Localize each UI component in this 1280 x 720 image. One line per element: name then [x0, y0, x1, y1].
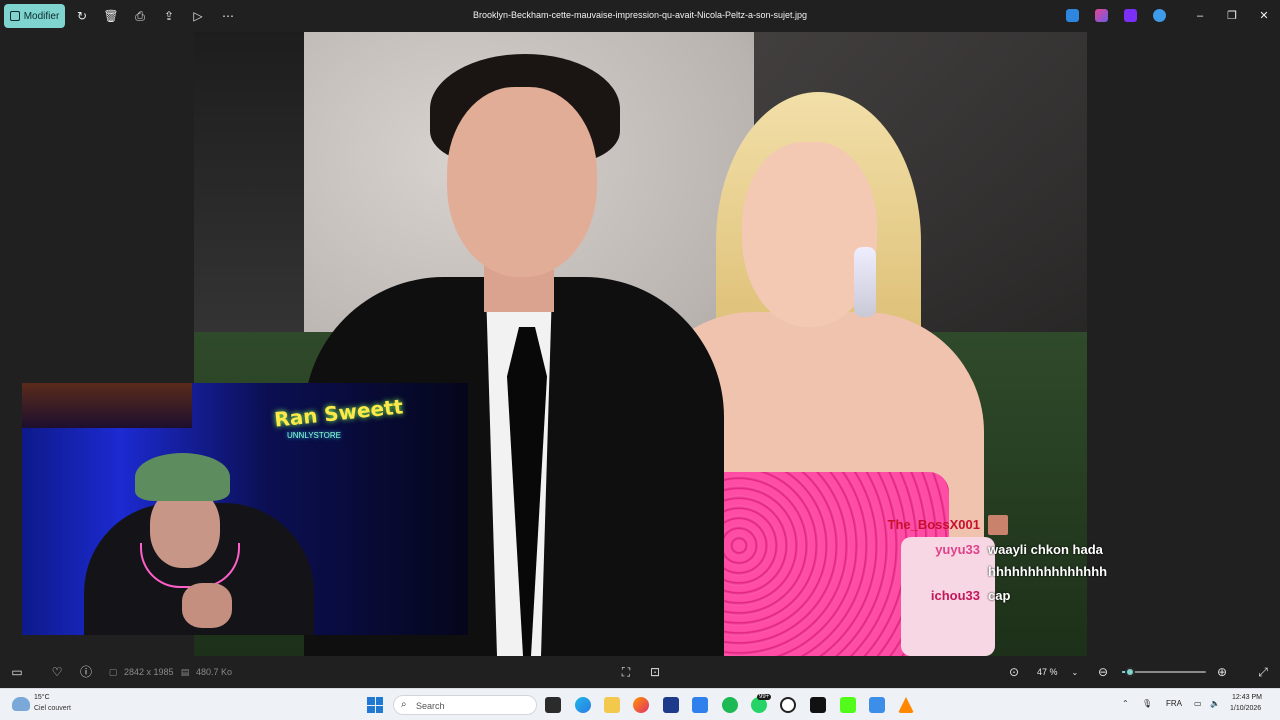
chat-user-2: yuyu33 [935, 542, 980, 557]
photos-taskbar-icon[interactable] [869, 697, 885, 713]
chat-user-1: The_BossX001 [887, 517, 981, 532]
streamer-hand [182, 583, 232, 628]
photo-background-left [194, 32, 304, 352]
spotify-icon[interactable] [722, 697, 738, 713]
webcam-shelf [22, 383, 192, 428]
outlook-icon[interactable] [692, 697, 708, 713]
favorite-icon[interactable]: ♡ [50, 665, 64, 679]
print-icon[interactable]: ⎙ [132, 8, 148, 24]
webcam-overlay: Ran Sweett UNNLYSTORE [22, 383, 468, 635]
zoom-dropdown[interactable]: 47 % ⌄ [1031, 663, 1087, 681]
chat-message-2: waayli chkon hada [988, 542, 1103, 557]
chat-message-3: hhhhhhhhhhhhhhh [988, 564, 1108, 579]
neon-sign-sub: UNNLYSTORE [287, 431, 341, 440]
display-icon[interactable]: ▭ [1194, 699, 1202, 708]
volume-icon[interactable]: 🔈 [1210, 699, 1220, 708]
bottom-bar: ▭ ♡ ⓘ ▢ 2842 x 1985 ▤ 480.7 Ko ⛶ ⊡ ⊙ 47 … [0, 656, 1280, 688]
chat-avatar [988, 515, 1008, 535]
chatgpt-icon[interactable] [780, 697, 796, 713]
file-title: Brooklyn-Beckham-cette-mauvaise-impressi… [472, 10, 808, 20]
modify-button[interactable]: Modifier [4, 4, 65, 28]
weather-description[interactable]: Ciel couvert [34, 705, 71, 712]
search-icon: ⌕ [401, 699, 407, 710]
restore-button[interactable]: ❐ [1224, 8, 1240, 24]
close-button[interactable]: ✕ [1256, 8, 1272, 24]
designer-icon[interactable] [1124, 9, 1137, 22]
file-size: 480.7 Ko [196, 667, 233, 677]
photos-app-icon[interactable] [1066, 9, 1079, 22]
filmstrip-icon[interactable]: ▭ [10, 665, 24, 679]
clipchamp-icon[interactable] [1095, 9, 1108, 22]
zoom-value: 47 % [1037, 667, 1058, 677]
fit-screen-icon[interactable]: ⛶ [619, 665, 633, 679]
screenshot-icon[interactable]: ⊙ [1007, 665, 1021, 679]
microphone-icon[interactable]: 🎙 [1142, 699, 1152, 708]
vlc-icon[interactable] [898, 697, 914, 713]
zoom-in-icon[interactable]: ⊕ [1215, 665, 1229, 679]
tray-chevron-icon[interactable]: ⌃ [1122, 699, 1129, 708]
store-icon[interactable] [663, 697, 679, 713]
filesize-icon: ▤ [180, 667, 190, 677]
dimensions-icon: ▢ [108, 667, 118, 677]
image-dimensions: 2842 x 1985 [124, 667, 174, 677]
info-icon[interactable]: ⓘ [79, 665, 93, 679]
fullscreen-icon[interactable]: ⤢ [1256, 665, 1270, 679]
modify-label: Modifier [23, 10, 60, 22]
zoom-out-icon[interactable]: ⊖ [1096, 665, 1110, 679]
notification-badge: 99+ [757, 694, 772, 700]
windows-start-icon[interactable] [367, 697, 383, 713]
zoom-slider-thumb[interactable] [1125, 667, 1136, 677]
share-icon[interactable]: ⇪ [161, 8, 177, 24]
streamer-cap [135, 453, 230, 501]
file-explorer-icon[interactable] [604, 697, 620, 713]
minimize-button[interactable]: – [1192, 8, 1208, 24]
rotate-icon[interactable]: ↻ [74, 8, 90, 24]
taskbar: 15°C Ciel couvert ⌕ Search 99+ ⌃ 🎙 FRA ▭… [0, 688, 1280, 720]
chat-user-4: ichou33 [930, 588, 980, 603]
edge-icon[interactable] [575, 697, 591, 713]
chat-message-4: cap [988, 588, 1011, 603]
man-face [447, 87, 597, 277]
delete-icon[interactable]: 🗑 [103, 8, 119, 24]
slideshow-icon[interactable]: ▷ [190, 8, 206, 24]
cloud-icon[interactable] [12, 697, 30, 711]
more-icon[interactable]: ⋯ [220, 8, 236, 24]
title-bar: Modifier ↻ 🗑 ⎙ ⇪ ▷ ⋯ Brooklyn-Beckham-ce… [0, 0, 1280, 32]
firefox-icon[interactable] [633, 697, 649, 713]
language-indicator[interactable]: FRA [1166, 699, 1182, 708]
visual-search-icon[interactable]: ⊡ [648, 665, 662, 679]
taskbar-search[interactable]: ⌕ Search [393, 695, 537, 715]
clock-date[interactable]: 1/10/2026 [1230, 705, 1261, 712]
earring [854, 247, 876, 317]
edit-icon [9, 11, 20, 21]
weather-temperature[interactable]: 15°C [34, 694, 50, 701]
chevron-down-icon: ⌄ [1071, 667, 1079, 677]
task-view-icon[interactable] [545, 697, 561, 713]
neon-sign: Ran Sweett [273, 394, 405, 432]
clock-time[interactable]: 12:43 PM [1232, 694, 1262, 701]
capcut-icon[interactable] [810, 697, 826, 713]
kick-icon[interactable] [840, 697, 856, 713]
onedrive-icon[interactable] [1153, 9, 1166, 22]
search-placeholder: Search [416, 701, 445, 711]
